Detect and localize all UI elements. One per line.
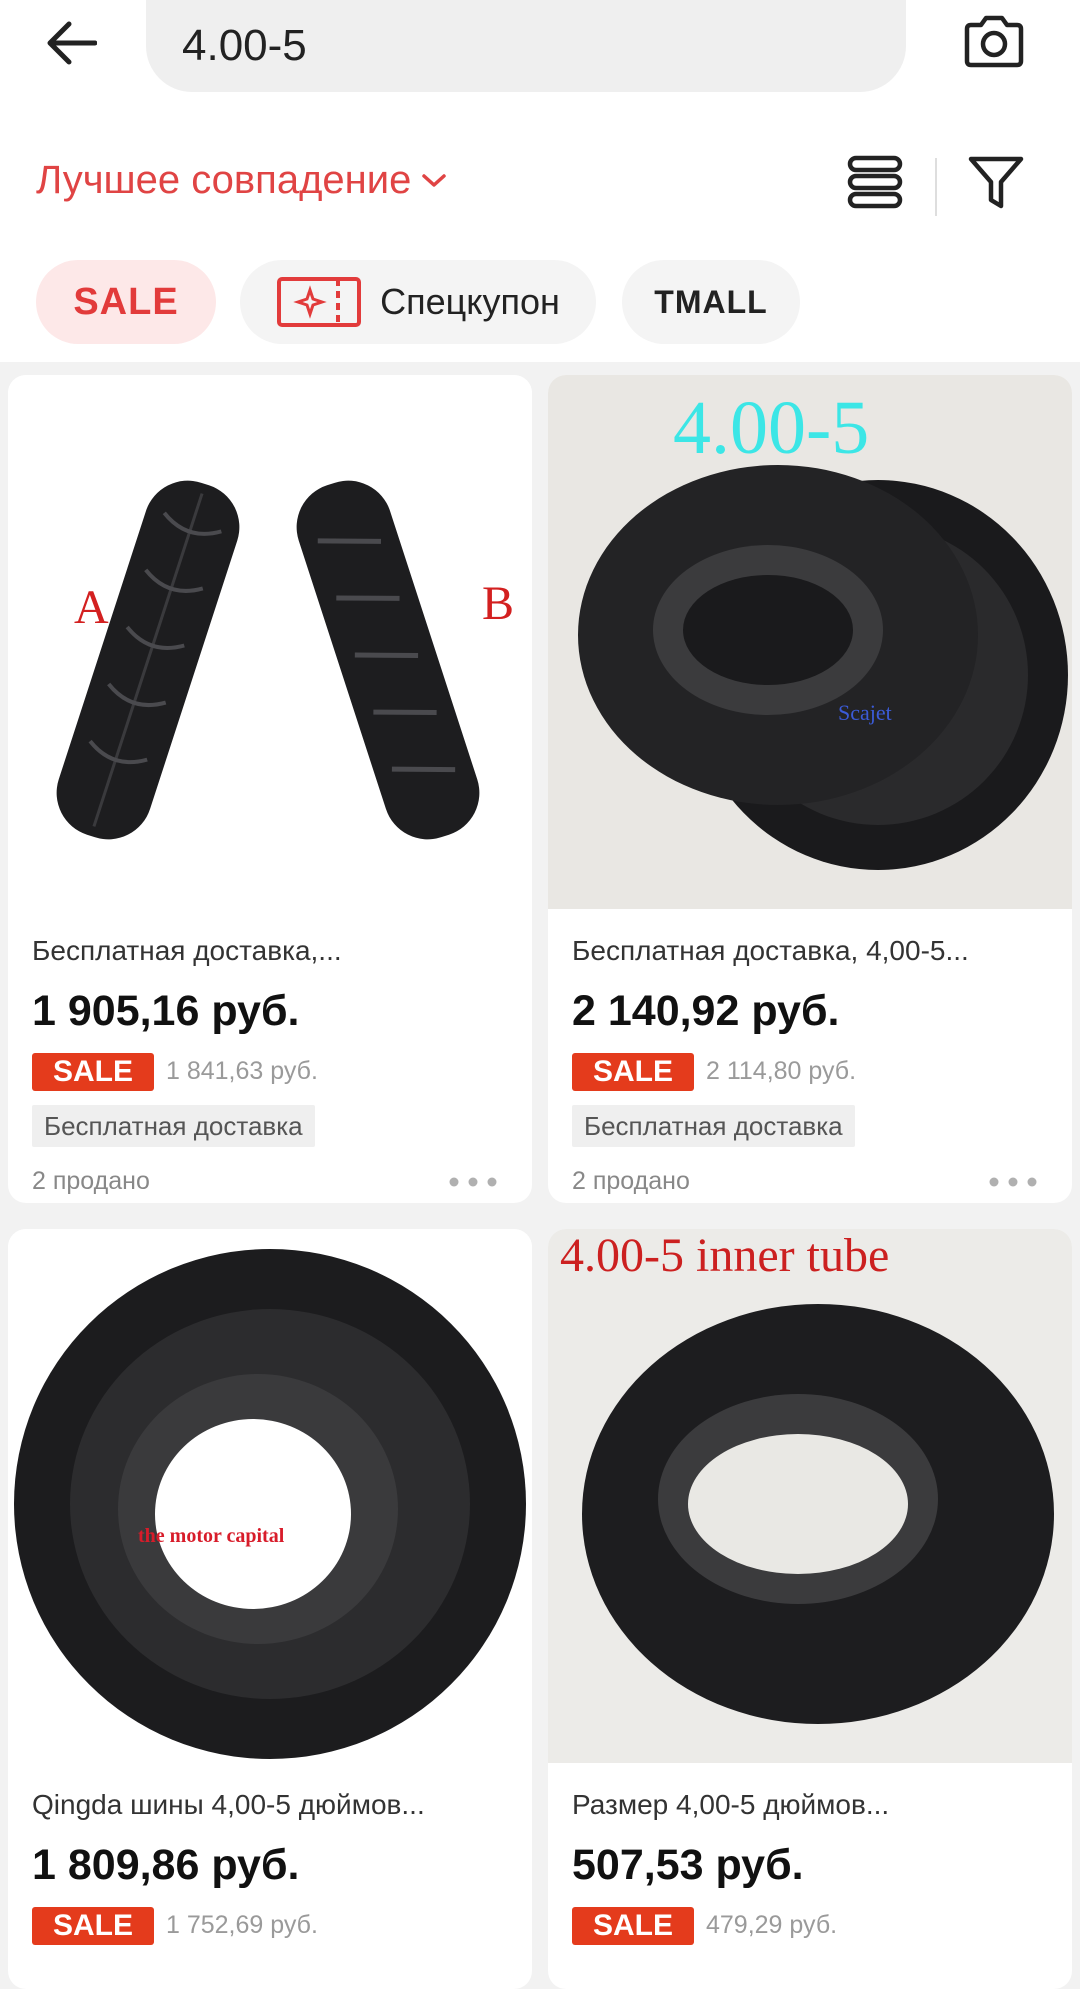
search-header: 4.00-5 xyxy=(0,0,1080,110)
product-card[interactable]: the motor capital Qingda шины 4,00-5 дюй… xyxy=(8,1229,532,1989)
image-label-a: A xyxy=(74,581,109,634)
old-price: 1 752,69 руб. xyxy=(166,1911,318,1939)
sale-badge: SALE xyxy=(32,1907,154,1945)
chip-sale-label: SALE xyxy=(73,280,179,323)
product-card[interactable]: A B Бесплатная доставка,... 1 905,16 руб… xyxy=(8,375,532,1203)
toolbar-divider xyxy=(935,158,937,216)
product-image[interactable]: 4.00-5 Scajet xyxy=(548,375,1072,909)
chip-tmall-label: TMALL xyxy=(654,283,768,320)
more-dots-icon xyxy=(449,1177,497,1187)
more-dots-icon xyxy=(989,1177,1037,1187)
filter-button[interactable] xyxy=(966,152,1026,212)
sale-badge: SALE xyxy=(32,1053,154,1091)
filter-icon xyxy=(968,156,1024,209)
sort-filter-bar: Лучшее совпадение xyxy=(0,110,1080,250)
sort-dropdown[interactable]: Лучшее совпадение xyxy=(36,158,447,203)
image-label-size: 4.00-5 xyxy=(673,386,869,470)
chip-coupon[interactable]: Спецкупон xyxy=(240,260,596,344)
product-image[interactable]: the motor capital xyxy=(8,1229,532,1763)
layout-toggle-button[interactable] xyxy=(846,152,904,212)
chip-tmall[interactable]: TMALL xyxy=(622,260,800,344)
image-watermark: Scajet xyxy=(838,700,892,725)
old-price: 2 114,80 руб. xyxy=(706,1057,857,1085)
more-options-button[interactable] xyxy=(438,1167,508,1197)
camera-search-button[interactable] xyxy=(955,6,1033,78)
shipping-tag: Бесплатная доставка xyxy=(32,1105,315,1147)
old-price: 479,29 руб. xyxy=(706,1911,838,1939)
product-price: 1 809,86 руб. xyxy=(32,1841,300,1889)
product-price: 1 905,16 руб. xyxy=(32,987,300,1035)
sale-badge: SALE xyxy=(572,1053,694,1091)
chevron-down-icon xyxy=(421,172,447,190)
product-image[interactable]: A B xyxy=(8,375,532,909)
product-title: Бесплатная доставка, 4,00-5... xyxy=(572,935,969,966)
product-title: Размер 4,00-5 дюймов... xyxy=(572,1789,890,1820)
old-price: 1 841,63 руб. xyxy=(166,1057,318,1085)
image-label-b: B xyxy=(482,577,514,630)
sale-badge: SALE xyxy=(572,1907,694,1945)
image-watermark: the motor capital xyxy=(138,1525,285,1547)
product-card[interactable]: 4.00-5 Scajet Бесплатная доставка, 4,00-… xyxy=(548,375,1072,1203)
product-card[interactable]: 4.00-5 inner tube Размер 4,00-5 дюймов..… xyxy=(548,1229,1072,1989)
chip-coupon-label: Спецкупон xyxy=(380,281,560,322)
product-price: 2 140,92 руб. xyxy=(572,987,840,1035)
more-options-button[interactable] xyxy=(978,1167,1048,1197)
quick-filter-chips: SALE Спецкупон TMALL xyxy=(0,250,1080,362)
sold-count: 2 продано xyxy=(572,1167,690,1195)
chip-sale[interactable]: SALE xyxy=(36,260,216,344)
list-layout-icon xyxy=(847,155,903,209)
sort-label: Лучшее совпадение xyxy=(36,158,412,202)
product-price: 507,53 руб. xyxy=(572,1841,804,1889)
search-input[interactable]: 4.00-5 xyxy=(146,0,906,92)
coupon-icon xyxy=(276,276,362,328)
back-button[interactable] xyxy=(36,8,106,78)
camera-icon xyxy=(964,15,1024,68)
search-query: 4.00-5 xyxy=(182,21,307,70)
product-title: Qingda шины 4,00-5 дюймов... xyxy=(32,1789,425,1820)
image-label-title: 4.00-5 inner tube xyxy=(560,1229,889,1282)
back-arrow-icon xyxy=(47,21,97,65)
sold-count: 2 продано xyxy=(32,1167,150,1195)
product-title: Бесплатная доставка,... xyxy=(32,935,342,966)
product-image[interactable]: 4.00-5 inner tube xyxy=(548,1229,1072,1763)
shipping-tag: Бесплатная доставка xyxy=(572,1105,855,1147)
